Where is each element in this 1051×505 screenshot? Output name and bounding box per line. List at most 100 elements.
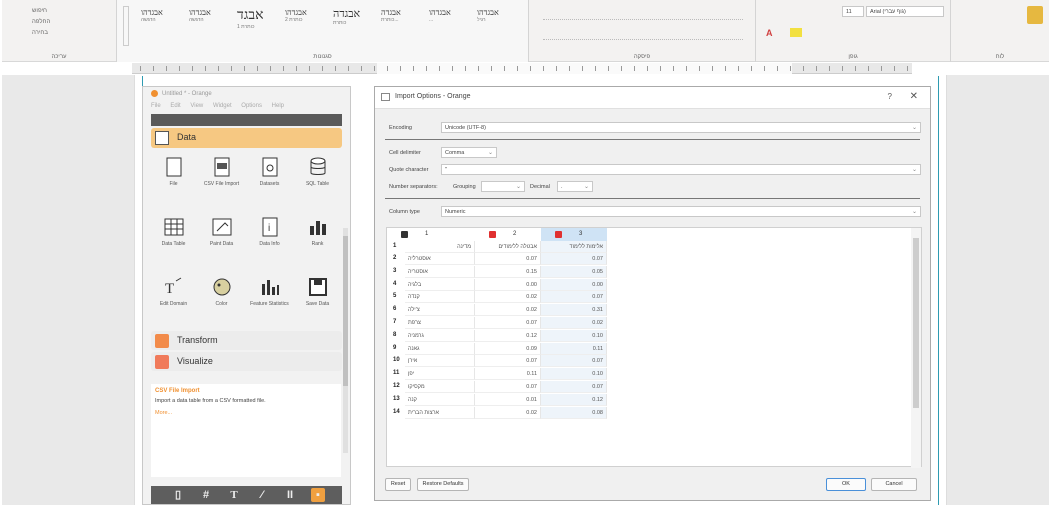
style-caption: כותרת xyxy=(333,20,347,26)
gallery-scroll[interactable] xyxy=(123,6,129,46)
widget-csv-file-import[interactable]: CSV File Import xyxy=(199,156,244,187)
editing-group: חיפוש החלפה בחירה עריכה xyxy=(2,0,117,62)
replace-button[interactable]: החלפה xyxy=(32,17,50,28)
widget-datasets[interactable]: Datasets xyxy=(247,156,292,187)
menu-help[interactable]: Help xyxy=(272,103,284,109)
style-swatch[interactable]: אבגדהו רגיל xyxy=(477,8,499,23)
ruler-tick xyxy=(673,66,674,71)
pause-icon[interactable]: II xyxy=(283,488,297,502)
style-swatch[interactable]: אבגד כותרת 1 xyxy=(237,8,264,30)
reset-button[interactable]: Reset xyxy=(385,478,411,491)
menu-options[interactable]: Options xyxy=(241,103,262,109)
ruler-tick xyxy=(296,66,297,71)
cancel-button[interactable]: Cancel xyxy=(871,478,917,491)
menu-view[interactable]: View xyxy=(190,103,203,109)
toolbox-scrollbar[interactable] xyxy=(343,228,348,453)
table-scrollbar[interactable] xyxy=(911,228,921,468)
ruler-tick xyxy=(842,66,843,71)
cell: 0.07 xyxy=(541,253,607,265)
font-name-box[interactable]: Arial (גוף עברי) xyxy=(866,6,944,17)
ruler[interactable] xyxy=(132,63,912,74)
style-swatch[interactable]: אבגדהו הדגשה xyxy=(189,8,211,23)
paint-data-icon xyxy=(212,218,231,236)
close-icon[interactable]: ✕ xyxy=(910,91,918,102)
widget-file[interactable]: File xyxy=(151,156,196,187)
cell: 0.00 xyxy=(541,278,607,291)
divider xyxy=(385,198,920,199)
row-number: 9 xyxy=(393,344,397,351)
editing-label: עריכה xyxy=(51,54,67,60)
text-annotation-icon[interactable]: T xyxy=(227,488,241,502)
row-number: 5 xyxy=(393,293,397,300)
column-header[interactable]: 3 xyxy=(541,228,607,241)
quote-select[interactable]: " ⌄ xyxy=(441,164,921,175)
font-color-icon[interactable]: A xyxy=(766,28,773,38)
cell: 0.07 xyxy=(475,317,541,329)
row-number: 14 xyxy=(393,408,400,415)
run-icon[interactable]: ▪ xyxy=(311,488,325,502)
widget-feature-statistics[interactable]: Feature Statistics xyxy=(247,276,292,307)
ok-button[interactable]: OK xyxy=(826,478,866,491)
column-name-cell: אלימות ללימוד xyxy=(541,241,607,253)
toolbox-header xyxy=(151,114,342,126)
style-swatch[interactable]: אבגדהו... xyxy=(429,8,451,23)
column-type-select[interactable]: Numeric ⌄ xyxy=(441,206,921,217)
category-data[interactable]: Data xyxy=(151,128,342,148)
widget-data-table[interactable]: Data Table xyxy=(151,216,196,247)
help-title: CSV File Import xyxy=(155,388,200,394)
cell: 0.07 xyxy=(475,381,541,393)
ruler-tick xyxy=(270,66,271,71)
widget-label: CSV File Import xyxy=(203,181,240,187)
clipboard-icon[interactable]: ▯ xyxy=(171,488,185,502)
widget-sql-table[interactable]: SQL Table xyxy=(295,156,340,187)
grid-icon[interactable]: # xyxy=(199,488,213,502)
style-sample: אבגדהו xyxy=(141,8,163,17)
data-info-icon: i xyxy=(262,217,277,237)
widget-data-info[interactable]: i Data Info xyxy=(247,216,292,247)
category-visualize[interactable]: Visualize xyxy=(151,352,342,371)
font-size-box[interactable]: 11 xyxy=(842,6,864,17)
delimiter-select[interactable]: Comma ⌄ xyxy=(441,147,497,158)
category-transform[interactable]: Transform xyxy=(151,331,342,350)
widget-label: Datasets xyxy=(259,181,280,187)
menu-widget[interactable]: Widget xyxy=(213,103,232,109)
cell: 0.09 xyxy=(475,342,541,355)
cell: 0.07 xyxy=(541,291,607,304)
widget-edit-domain[interactable]: T Edit Domain xyxy=(151,276,196,307)
cell: 0.12 xyxy=(475,329,541,342)
column-header[interactable]: 1 xyxy=(387,228,475,241)
paste-icon[interactable] xyxy=(1027,6,1043,24)
clipboard-group: לוח xyxy=(951,0,1049,62)
grouping-label: Grouping xyxy=(453,184,476,190)
cell: 0.07 xyxy=(475,253,541,265)
widget-save-data[interactable]: Save Data xyxy=(295,276,340,307)
widget-paint-data[interactable]: Paint Data xyxy=(199,216,244,247)
decimal-select[interactable]: . ⌄ xyxy=(557,181,593,192)
cell: קנדה xyxy=(405,291,475,304)
arrow-annotation-icon[interactable]: ⁄ xyxy=(255,488,269,502)
table-row: 10 אירן 0.07 0.07 xyxy=(387,355,607,368)
help-more-link[interactable]: More... xyxy=(155,410,337,416)
table-row: 1 מדינה אבטלה ללימודים אלימות ללימוד xyxy=(387,241,607,253)
widget-rank[interactable]: Rank xyxy=(295,216,340,247)
style-caption: הדגשה xyxy=(141,17,156,23)
ruler-tick xyxy=(439,66,440,71)
column-header[interactable]: 2 xyxy=(475,228,541,241)
select-button[interactable]: בחירה xyxy=(32,28,50,39)
restore-defaults-button[interactable]: Restore Defaults xyxy=(417,478,469,491)
encoding-select[interactable]: Unicode (UTF-8) ⌄ xyxy=(441,122,921,133)
style-swatch[interactable]: אבגדה כותרת... xyxy=(381,8,401,23)
widget-color[interactable]: Color xyxy=(199,276,244,307)
find-button[interactable]: חיפוש xyxy=(32,6,50,17)
style-swatch[interactable]: אבגדהו כותרת 2 xyxy=(285,8,307,23)
ruler-tick xyxy=(374,66,375,71)
menu-edit[interactable]: Edit xyxy=(170,103,180,109)
help-icon[interactable]: ? xyxy=(888,92,892,101)
ruler-tick xyxy=(868,66,869,71)
ruler-tick xyxy=(543,66,544,71)
style-swatch[interactable]: אבגדה כותרת xyxy=(333,8,360,26)
style-swatch[interactable]: אבגדהו הדגשה xyxy=(141,8,163,23)
highlight-icon[interactable] xyxy=(790,28,802,37)
grouping-select[interactable]: ⌄ xyxy=(481,181,525,192)
menu-file[interactable]: File xyxy=(151,103,161,109)
